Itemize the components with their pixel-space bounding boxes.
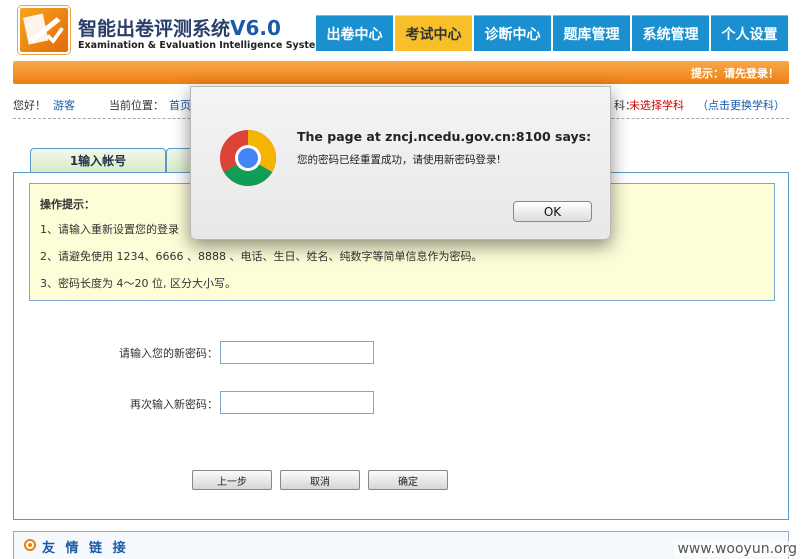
step-tab-1[interactable]: 1输入帐号 [30,148,166,172]
prev-step-button[interactable]: 上一步 [192,470,272,490]
nav-tab-paper-center[interactable]: 出卷中心 [316,15,393,51]
greeting: 您好！ [13,99,46,112]
confirm-password-input[interactable] [220,391,374,414]
user-link[interactable]: 游客 [53,97,75,113]
breadcrumb-home[interactable]: 首页 [169,97,191,113]
app-title: 智能出卷评测系统V6.0 [78,16,281,40]
friend-links-title: 友 情 链 接 [42,541,129,556]
subject-value: 未选择学科 [629,99,684,112]
watermark: www.wooyun.org [674,541,800,557]
nav-tab-personal-settings[interactable]: 个人设置 [711,15,788,51]
login-hint: 提示：请先登录！ [691,67,779,80]
ok-button[interactable]: OK [513,201,592,222]
confirm-password-label: 再次输入新密码： [130,398,218,411]
friend-links-section: 友 情 链 接 [13,531,789,559]
cancel-button[interactable]: 取消 [280,470,360,490]
tip-line-3: 3、密码长度为 4～20 位, 区分大小写。 [40,277,236,290]
notice-bar: 提示：请先登录！ [13,61,789,84]
alert-dialog: The page at zncj.ncedu.gov.cn:8100 says:… [190,86,611,240]
dialog-title: The page at zncj.ncedu.gov.cn:8100 says: [297,129,592,144]
tip-line-2: 2、请避免使用 1234、6666 、8888 、电话、生日、姓名、纯数字等简单… [40,250,483,263]
new-password-label: 请输入您的新密码： [119,347,218,360]
nav-tab-diagnosis-center[interactable]: 诊断中心 [474,15,551,51]
logo-icon [18,6,70,54]
change-subject-link[interactable]: （点击更换学科） [697,97,785,113]
nav-tab-system-admin[interactable]: 系统管理 [632,15,709,51]
chrome-icon [220,130,276,186]
nav-tab-exam-center[interactable]: 考试中心 [395,15,472,51]
confirm-button[interactable]: 确定 [368,470,448,490]
new-password-input[interactable] [220,341,374,364]
main-nav: 出卷中心 考试中心 诊断中心 题库管理 系统管理 个人设置 [316,15,788,51]
dialog-message: 您的密码已经重置成功，请使用新密码登录! [297,154,501,166]
app-version: V6.0 [230,16,281,40]
app-subtitle: Examination & Evaluation Intelligence Sy… [78,40,326,51]
location-label: 当前位置： [109,99,164,112]
nav-tab-question-bank[interactable]: 题库管理 [553,15,630,51]
bullet-icon [24,539,36,551]
